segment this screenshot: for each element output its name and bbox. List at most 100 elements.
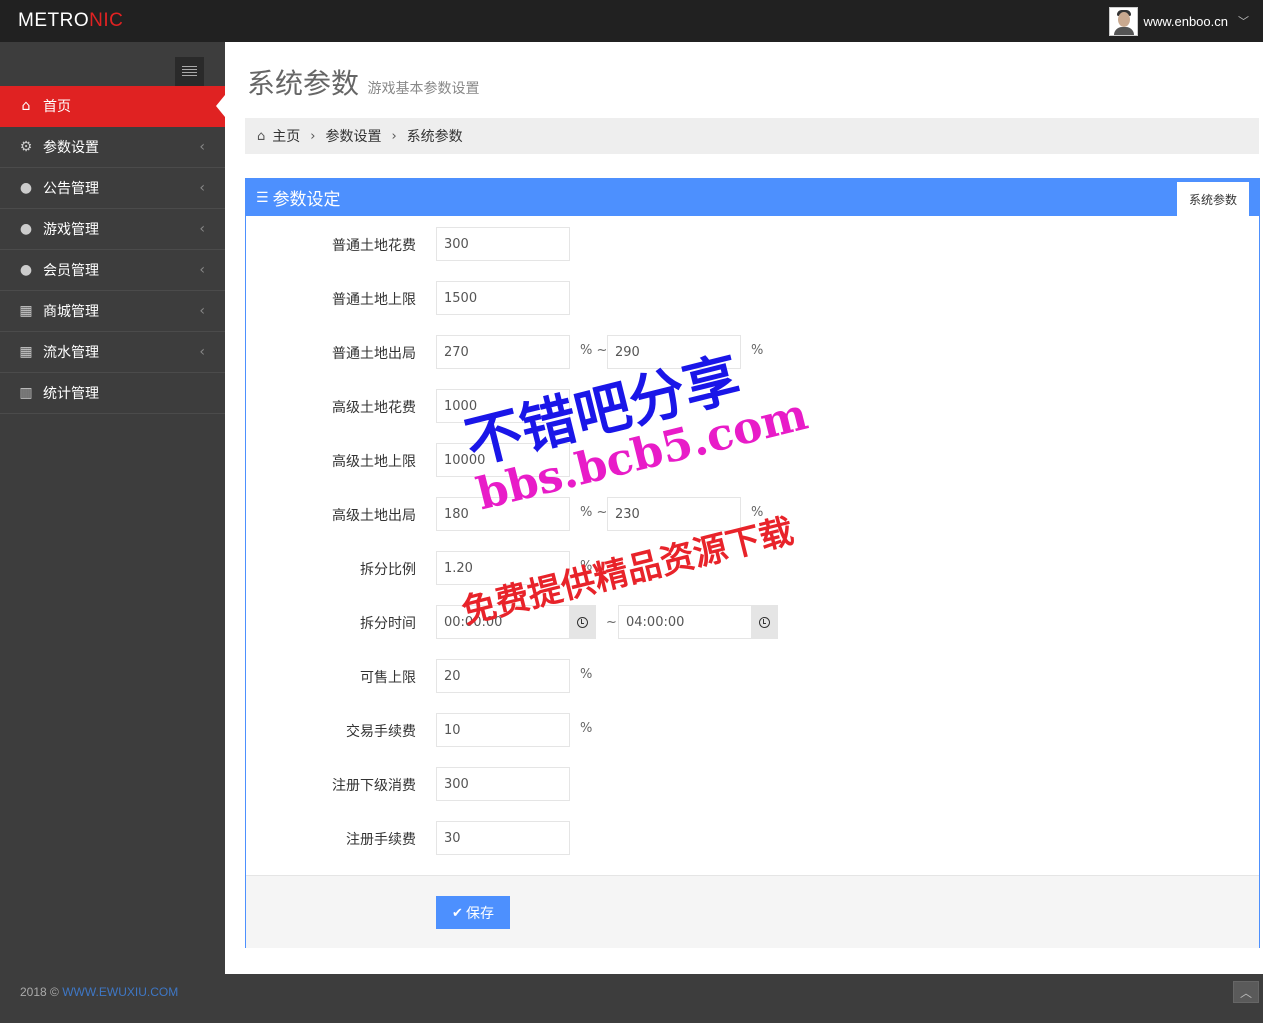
field-label: 高级土地出局 <box>332 508 416 524</box>
sidebar-item-label: 公告管理 <box>43 181 99 197</box>
logo-accent: NIC <box>89 10 124 31</box>
user-icon: ● <box>19 221 33 237</box>
save-button-label: 保存 <box>465 904 494 921</box>
sidebar-item-home[interactable]: ⌂ 首页 <box>0 86 225 127</box>
sidebar-item-members[interactable]: ● 会员管理 ‹ <box>0 250 225 291</box>
sidebar-item-stats[interactable]: ▥ 统计管理 <box>0 373 225 414</box>
home-icon: ⌂ <box>257 128 266 144</box>
normal-land-cost-input[interactable]: 300 <box>436 227 570 261</box>
chevron-left-icon: ‹ <box>199 303 205 319</box>
user-icon: ● <box>19 262 33 278</box>
form-row-register-sub-cost: 注册下级消费 300 <box>246 767 1259 801</box>
logo-main: METRO <box>18 10 90 31</box>
go-top-button[interactable]: ︿ <box>1233 981 1259 1003</box>
normal-land-out-min-input[interactable]: 270 <box>436 335 570 369</box>
register-sub-cost-input[interactable]: 300 <box>436 767 570 801</box>
sidebar-item-label: 统计管理 <box>43 386 99 402</box>
field-label: 拆分时间 <box>360 616 416 632</box>
breadcrumb: ⌂ 主页 › 参数设置 › 系统参数 <box>245 118 1259 154</box>
range-separator: ~ <box>606 615 617 630</box>
field-label: 普通土地花费 <box>332 238 416 254</box>
sidebar-menu: ⌂ 首页 ⚙ 参数设置 ‹ ● 公告管理 ‹ ● 游戏管理 ‹ ● 会员管理 ‹… <box>0 86 225 414</box>
unit-label: % ~ <box>580 505 608 520</box>
sidebar-item-label: 首页 <box>43 99 71 115</box>
page-title-text: 系统参数 <box>247 67 360 100</box>
sidebar-item-flow[interactable]: ▦ 流水管理 ‹ <box>0 332 225 373</box>
chevron-left-icon: ‹ <box>199 139 205 155</box>
params-portlet: ☰ 参数设定 系统参数 普通土地花费 300 普通土地上限 1500 普通土地出… <box>245 178 1260 948</box>
register-fee-input[interactable]: 30 <box>436 821 570 855</box>
field-label: 注册手续费 <box>346 832 416 848</box>
sidebar-item-label: 参数设置 <box>43 140 99 156</box>
bar-chart-icon: ▥ <box>19 385 33 401</box>
chevron-left-icon: ‹ <box>199 221 205 237</box>
sidebar-item-announcements[interactable]: ● 公告管理 ‹ <box>0 168 225 209</box>
sidebar: ⌂ 首页 ⚙ 参数设置 ‹ ● 公告管理 ‹ ● 游戏管理 ‹ ● 会员管理 ‹… <box>0 42 225 974</box>
form-actions: ✔ 保存 <box>246 875 1259 948</box>
gears-icon: ⚙ <box>19 139 33 155</box>
table-icon: ▦ <box>19 344 33 360</box>
portlet-title-text: 参数设定 <box>272 190 341 210</box>
unit-label: % <box>751 343 764 358</box>
avatar[interactable] <box>1109 6 1139 36</box>
top-header: METRONIC www.enboo.cn ﹀ <box>0 0 1263 42</box>
sidebar-item-label: 会员管理 <box>43 263 99 279</box>
page-title: 系统参数 游戏基本参数设置 <box>247 62 479 102</box>
form-row-normal-land-limit: 普通土地上限 1500 <box>246 281 1259 315</box>
field-label: 可售上限 <box>360 670 416 686</box>
breadcrumb-home[interactable]: 主页 <box>272 126 300 146</box>
clock-icon[interactable] <box>751 605 778 639</box>
form-row-register-fee: 注册手续费 30 <box>246 821 1259 855</box>
sidebar-item-params[interactable]: ⚙ 参数设置 ‹ <box>0 127 225 168</box>
field-label: 普通土地上限 <box>332 292 416 308</box>
field-label: 高级土地花费 <box>332 400 416 416</box>
field-label: 拆分比例 <box>360 562 416 578</box>
breadcrumb-params[interactable]: 参数设置 <box>325 126 381 146</box>
field-label: 注册下级消费 <box>332 778 416 794</box>
field-label: 普通土地出局 <box>332 346 416 362</box>
chevron-left-icon: ‹ <box>199 180 205 196</box>
clock-icon[interactable] <box>569 605 596 639</box>
breadcrumb-separator-icon: › <box>310 128 316 144</box>
app-logo[interactable]: METRONIC <box>18 10 123 32</box>
tab-system-params[interactable]: 系统参数 <box>1176 182 1249 216</box>
form-row-normal-land-cost: 普通土地花费 300 <box>246 227 1259 261</box>
user-menu[interactable]: www.enboo.cn ﹀ <box>1109 6 1249 36</box>
form-row-trade-fee: 交易手续费 10 % <box>246 713 1259 747</box>
chevron-down-icon[interactable]: ﹀ <box>1238 13 1249 29</box>
copyright-text: 2018 © <box>20 985 59 999</box>
field-label: 高级土地上限 <box>332 454 416 470</box>
unit-label: % <box>580 721 593 736</box>
sidebar-item-label: 游戏管理 <box>43 222 99 238</box>
page-subtitle: 游戏基本参数设置 <box>367 81 480 97</box>
main-content: 系统参数 游戏基本参数设置 ⌂ 主页 › 参数设置 › 系统参数 ☰ 参数设定 … <box>225 42 1263 974</box>
form-row-sell-limit: 可售上限 20 % <box>246 659 1259 693</box>
footer-copyright: 2018 © WWW.EWUXIU.COM <box>20 985 178 999</box>
check-icon: ✔ <box>452 904 463 920</box>
unit-label: % ~ <box>580 343 608 358</box>
field-label: 交易手续费 <box>346 724 416 740</box>
table-icon: ▦ <box>19 303 33 319</box>
split-time-end-input[interactable]: 04:00:00 <box>618 605 752 639</box>
sidebar-toggle-button[interactable] <box>175 57 204 86</box>
form-row-normal-land-out: 普通土地出局 270 % ~ 290 % <box>246 335 1259 369</box>
save-button[interactable]: ✔ 保存 <box>436 896 510 929</box>
portlet-title: ☰ 参数设定 系统参数 <box>246 179 1259 216</box>
user-icon: ● <box>19 180 33 196</box>
sidebar-item-games[interactable]: ● 游戏管理 ‹ <box>0 209 225 250</box>
username[interactable]: www.enboo.cn <box>1143 14 1228 29</box>
sidebar-item-label: 流水管理 <box>43 345 99 361</box>
normal-land-limit-input[interactable]: 1500 <box>436 281 570 315</box>
footer-link[interactable]: WWW.EWUXIU.COM <box>62 985 178 999</box>
home-icon: ⌂ <box>21 98 31 114</box>
trade-fee-input[interactable]: 10 <box>436 713 570 747</box>
breadcrumb-separator-icon: › <box>391 128 397 144</box>
bars-icon: ☰ <box>256 189 269 206</box>
sell-limit-input[interactable]: 20 <box>436 659 570 693</box>
chevron-left-icon: ‹ <box>199 344 205 360</box>
sidebar-item-shop[interactable]: ▦ 商城管理 ‹ <box>0 291 225 332</box>
chevron-left-icon: ‹ <box>199 262 205 278</box>
form-row-split-time: 拆分时间 00:00:00 ~ 04:00:00 <box>246 605 1259 639</box>
breadcrumb-current: 系统参数 <box>406 129 463 145</box>
sidebar-item-label: 商城管理 <box>43 304 99 320</box>
